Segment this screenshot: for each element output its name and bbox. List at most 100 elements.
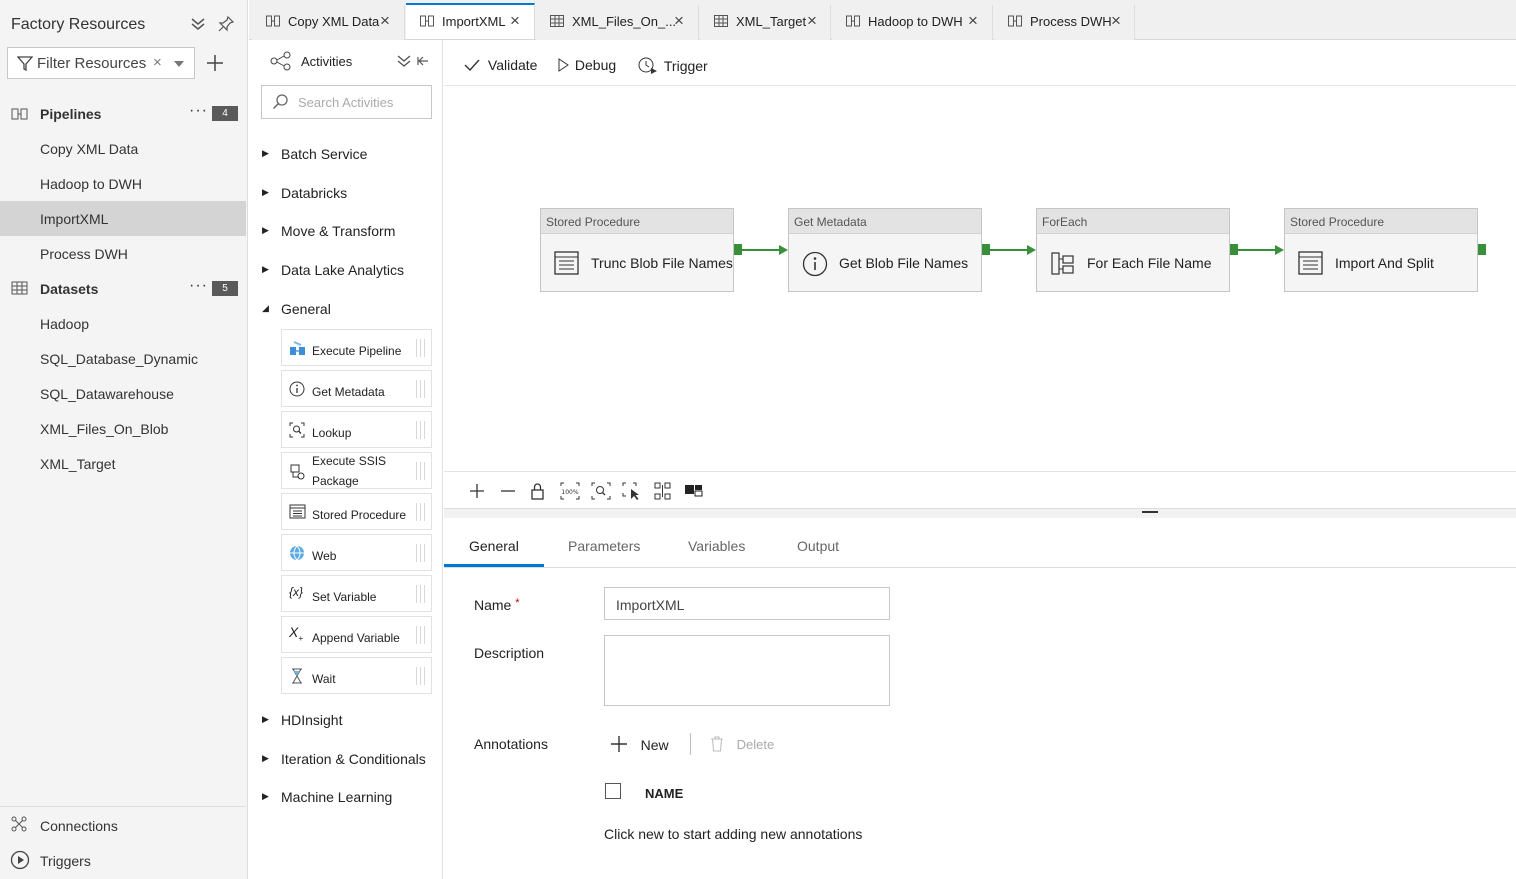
close-tab-icon[interactable]: ×: [510, 11, 520, 31]
pipelines-section[interactable]: Pipelines ··· 4: [0, 96, 248, 131]
drag-handle-icon[interactable]: [416, 339, 428, 357]
activity-web[interactable]: Web: [281, 534, 432, 571]
success-output-port[interactable]: [1478, 244, 1486, 255]
drag-handle-icon[interactable]: [416, 380, 428, 398]
activity-node-stored-procedure[interactable]: Stored Procedure Import And Split: [1284, 208, 1478, 292]
tab-copy-xml-data[interactable]: Copy XML Data ×: [252, 5, 405, 40]
drag-handle-icon[interactable]: [416, 462, 428, 480]
trigger-button[interactable]: Trigger: [638, 57, 708, 75]
tab-importxml[interactable]: ImportXML ×: [406, 3, 535, 39]
stored-procedure-icon: [289, 504, 306, 519]
tab-xml-files-on-blob[interactable]: XML_Files_On_... ×: [536, 5, 699, 40]
success-output-port[interactable]: [734, 244, 742, 255]
drag-handle-icon[interactable]: [416, 626, 428, 644]
tree-item-pipeline[interactable]: Process DWH: [0, 236, 246, 271]
tree-item-pipeline[interactable]: Hadoop to DWH: [0, 166, 246, 201]
node-type-header: Stored Procedure: [1285, 209, 1477, 234]
tree-item-pipeline[interactable]: Copy XML Data: [0, 131, 246, 166]
panel-splitter[interactable]: [444, 508, 1516, 518]
activity-execute-pipeline[interactable]: Execute Pipeline: [281, 329, 432, 366]
activity-execute-ssis-package[interactable]: Execute SSIS Package: [281, 452, 432, 489]
hourglass-icon: [292, 668, 302, 684]
activity-get-metadata[interactable]: Get Metadata: [281, 370, 432, 407]
validate-button[interactable]: Validate: [464, 57, 537, 73]
collapse-all-icon[interactable]: [397, 55, 411, 67]
zoom-100-icon[interactable]: 100%: [560, 482, 580, 500]
zoom-to-fit-icon[interactable]: [591, 482, 611, 500]
datasets-more-button[interactable]: ···: [189, 277, 208, 295]
node-type-header: Stored Procedure: [541, 209, 733, 234]
search-placeholder: Search Activities: [298, 95, 394, 110]
triggers-item[interactable]: Triggers: [0, 843, 246, 878]
tab-variables[interactable]: Variables: [688, 538, 745, 554]
tree-item-dataset[interactable]: XML_Files_On_Blob: [0, 411, 246, 446]
lock-icon[interactable]: [528, 482, 548, 500]
filter-resources-input[interactable]: Filter Resources ×: [7, 47, 195, 79]
tree-item-dataset[interactable]: SQL_Datawarehouse: [0, 376, 246, 411]
zoom-out-icon[interactable]: [498, 482, 518, 500]
minimap-icon[interactable]: [684, 482, 704, 500]
success-output-port[interactable]: [982, 244, 990, 255]
tab-general[interactable]: General: [469, 538, 519, 554]
clear-filter-icon[interactable]: ×: [153, 54, 162, 71]
datasets-section[interactable]: Datasets ··· 5: [0, 271, 248, 306]
annotations-label: Annotations: [474, 736, 548, 752]
drag-handle-icon[interactable]: [416, 544, 428, 562]
debug-button[interactable]: Debug: [557, 57, 616, 73]
collapse-panel-icon[interactable]: [417, 56, 429, 66]
activity-stored-procedure[interactable]: Stored Procedure: [281, 493, 432, 530]
chevron-down-icon[interactable]: [174, 61, 184, 67]
success-connector[interactable]: [742, 249, 779, 251]
splitter-handle[interactable]: [1142, 511, 1158, 513]
drag-handle-icon[interactable]: [416, 585, 428, 603]
success-connector[interactable]: [990, 249, 1027, 251]
delete-annotation-button[interactable]: Delete: [710, 736, 774, 752]
trigger-play-icon: [10, 850, 30, 870]
tab-xml-target[interactable]: XML_Target ×: [700, 5, 831, 40]
zoom-in-icon[interactable]: [467, 482, 487, 500]
activity-set-variable[interactable]: {x} Set Variable: [281, 575, 432, 612]
select-all-checkbox[interactable]: [605, 783, 621, 799]
tree-item-dataset[interactable]: Hadoop: [0, 306, 246, 341]
multi-select-icon[interactable]: [622, 482, 642, 500]
tree-item-dataset[interactable]: XML_Target: [0, 446, 246, 481]
drag-handle-icon[interactable]: [416, 667, 428, 685]
description-label: Description: [474, 645, 545, 661]
success-connector[interactable]: [1238, 249, 1275, 251]
close-tab-icon[interactable]: ×: [807, 11, 817, 31]
lookup-icon: [289, 422, 305, 438]
tab-parameters[interactable]: Parameters: [568, 538, 640, 554]
tab-hadoop-to-dwh[interactable]: Hadoop to DWH ×: [832, 5, 993, 40]
drag-handle-icon[interactable]: [416, 503, 428, 521]
add-resource-button[interactable]: [205, 53, 225, 76]
drag-handle-icon[interactable]: [416, 421, 428, 439]
ssis-package-icon: [290, 464, 305, 480]
pipelines-more-button[interactable]: ···: [189, 102, 208, 120]
pin-icon[interactable]: [218, 15, 235, 35]
activity-node-foreach[interactable]: ForEach For Each File Name: [1036, 208, 1230, 292]
connections-item[interactable]: Connections: [0, 808, 246, 843]
close-tab-icon[interactable]: ×: [380, 11, 390, 31]
search-icon: [272, 94, 288, 110]
close-tab-icon[interactable]: ×: [674, 11, 684, 31]
activity-wait[interactable]: Wait: [281, 657, 432, 694]
tab-process-dwh[interactable]: Process DWH ×: [994, 5, 1135, 40]
tab-output[interactable]: Output: [797, 538, 839, 554]
activity-append-variable[interactable]: X+ Append Variable: [281, 616, 432, 653]
pipeline-name-input[interactable]: ImportXML: [604, 587, 890, 620]
close-tab-icon[interactable]: ×: [1111, 11, 1121, 31]
tree-item-pipeline-selected[interactable]: ImportXML: [0, 201, 246, 236]
new-annotation-button[interactable]: New: [610, 735, 669, 753]
tree-item-dataset[interactable]: SQL_Database_Dynamic: [0, 341, 246, 376]
search-activities-input[interactable]: Search Activities: [261, 85, 432, 119]
activity-lookup[interactable]: Lookup: [281, 411, 432, 448]
activity-node-stored-procedure[interactable]: Stored Procedure Trunc Blob File Names: [540, 208, 734, 292]
success-output-port[interactable]: [1230, 244, 1238, 255]
close-tab-icon[interactable]: ×: [968, 11, 978, 31]
activity-node-get-metadata[interactable]: Get Metadata Get Blob File Names: [788, 208, 982, 292]
description-textarea[interactable]: [604, 635, 890, 706]
collapse-all-icon[interactable]: [190, 17, 206, 34]
datasets-count-badge: 5: [212, 281, 238, 296]
auto-align-icon[interactable]: [653, 482, 673, 500]
trigger-icon: [638, 57, 657, 74]
